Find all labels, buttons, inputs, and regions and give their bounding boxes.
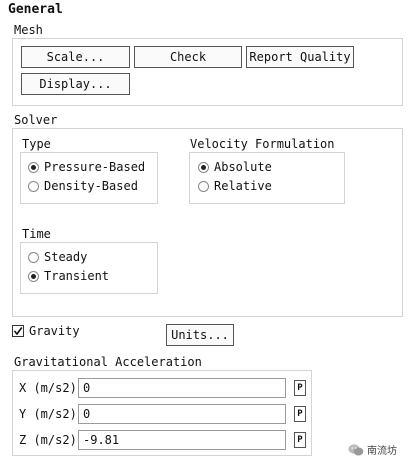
radio-unselected-icon: [28, 180, 39, 192]
units-button[interactable]: Units...: [166, 324, 234, 346]
y-parameter-button[interactable]: P: [294, 406, 306, 422]
solver-label: Solver: [14, 113, 58, 127]
radio-transient[interactable]: Transient: [28, 267, 109, 285]
radio-selected-icon: [28, 161, 39, 173]
radio-label: Density-Based: [44, 179, 138, 193]
scale-button[interactable]: Scale...: [21, 46, 130, 68]
wechat-icon: [348, 443, 364, 455]
radio-selected-icon: [28, 270, 39, 282]
x-acceleration-input[interactable]: 0: [78, 378, 286, 398]
type-label: Type: [22, 137, 51, 151]
velocity-formulation-label: Velocity Formulation: [190, 137, 335, 151]
radio-label: Steady: [44, 250, 88, 264]
z-acceleration-input[interactable]: -9.81: [78, 430, 286, 450]
panel-title: General: [8, 2, 63, 17]
display-button[interactable]: Display...: [21, 73, 130, 95]
radio-pressure-based[interactable]: Pressure-Based: [28, 158, 145, 176]
z-parameter-button[interactable]: P: [294, 432, 306, 448]
gravitational-acceleration-label: Gravitational Acceleration: [14, 355, 202, 369]
radio-label: Transient: [44, 269, 110, 283]
time-label: Time: [22, 227, 51, 241]
radio-label: Pressure-Based: [44, 160, 146, 174]
radio-unselected-icon: [28, 251, 39, 263]
gravity-label: Gravity: [29, 324, 80, 338]
radio-selected-icon: [198, 161, 209, 173]
y-acceleration-label: Y (m/s2): [19, 407, 77, 421]
radio-steady[interactable]: Steady: [28, 248, 87, 266]
radio-unselected-icon: [198, 180, 209, 192]
x-parameter-button[interactable]: P: [294, 380, 306, 396]
x-acceleration-label: X (m/s2): [19, 381, 77, 395]
check-button[interactable]: Check: [134, 46, 242, 68]
radio-absolute[interactable]: Absolute: [198, 158, 272, 176]
check-mark-icon: [13, 327, 23, 336]
z-acceleration-label: Z (m/s2): [19, 433, 77, 447]
mesh-label: Mesh: [14, 23, 43, 37]
radio-label: Relative: [214, 179, 272, 193]
gravity-checkbox-row[interactable]: Gravity: [12, 324, 80, 338]
radio-relative[interactable]: Relative: [198, 177, 272, 195]
watermark-text: 南流坊: [367, 446, 397, 457]
radio-density-based[interactable]: Density-Based: [28, 177, 138, 195]
checkbox-checked-icon: [12, 325, 24, 337]
report-quality-button[interactable]: Report Quality: [246, 46, 354, 68]
radio-label: Absolute: [214, 160, 272, 174]
watermark: 南流坊: [348, 442, 397, 457]
y-acceleration-input[interactable]: 0: [78, 404, 286, 424]
